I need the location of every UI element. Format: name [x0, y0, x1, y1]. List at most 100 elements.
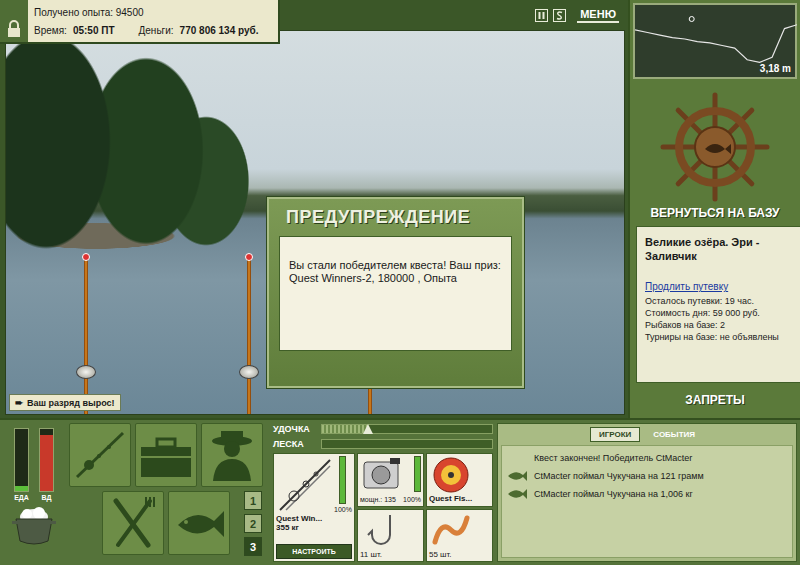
- event-text: Квест закончен! Победитель CtMacter: [534, 453, 692, 463]
- line-spool-icon: [429, 456, 473, 494]
- lock-button[interactable]: [0, 0, 28, 42]
- line-slot[interactable]: Quest Fis...: [426, 453, 493, 507]
- tackle-grid: 100%Quest Win...355 кгНАСТРОИТЬмощн.: 13…: [273, 453, 493, 562]
- condition-track: [339, 456, 346, 504]
- money: 770 806 134 руб.: [180, 25, 259, 36]
- base-info-line: Осталось путевки: 19 час.: [645, 295, 792, 307]
- sound-icon[interactable]: [553, 9, 566, 22]
- rod-name: Quest Win...: [276, 514, 352, 523]
- rod-icon: [276, 456, 332, 514]
- bait-slot[interactable]: 55 шт.: [426, 509, 493, 563]
- rod-slot-button[interactable]: 3: [244, 537, 262, 556]
- menu-button[interactable]: МЕНЮ: [577, 7, 619, 23]
- rod-slot[interactable]: 100%Quest Win...355 кг НАСТРОИТЬ: [273, 453, 355, 562]
- fisherman-button[interactable]: [201, 423, 263, 487]
- fish-keepnet-button[interactable]: [168, 491, 230, 555]
- reel-top: [360, 456, 421, 492]
- food-button[interactable]: [102, 491, 164, 555]
- ship-wheel-icon[interactable]: [660, 92, 770, 202]
- event-text: CtMacter поймал Чукучана на 121 грамм: [534, 471, 704, 481]
- fish-keepnet-icon: [168, 493, 230, 553]
- rod-slot-button[interactable]: 1: [244, 491, 262, 510]
- condition-fill: [340, 457, 345, 503]
- reel-slot[interactable]: мощн.: 135 100%: [357, 453, 424, 507]
- pause-icon[interactable]: [535, 9, 548, 22]
- player-info: Получено опыта: 94500Время:05:50 ПТДеньг…: [0, 0, 280, 44]
- base-info-line: Рыбаков на базе: 2: [645, 319, 792, 331]
- hook-count: 11 шт.: [360, 550, 421, 559]
- condition-meter: ВД: [39, 428, 54, 501]
- bite-indicator: [245, 253, 253, 261]
- event-row: CtMacter поймал Чукучана на 1,006 кг: [506, 486, 788, 502]
- tension-row: УДОЧКА: [273, 423, 493, 435]
- rod-slots: 1 2 3: [244, 491, 262, 556]
- depth-map[interactable]: 3,18 m: [633, 3, 797, 79]
- base-info: Великие озёра. Эри - ЗаливчикПродлить пу…: [636, 226, 800, 383]
- tackle-box-icon: [135, 425, 197, 485]
- condition-panel: ЕДА ВД: [3, 423, 65, 562]
- event-row: CtMacter поймал Чукучана на 121 грамм: [506, 468, 788, 484]
- reel-power: мощн.: 135: [360, 495, 396, 504]
- condition-fill: [415, 457, 420, 491]
- time: 05:50 ПТ: [73, 25, 115, 36]
- action-buttons: 1 2 3: [69, 423, 269, 562]
- tackle-box-button[interactable]: [135, 423, 197, 487]
- toast-text: Ваш разряд вырос!: [27, 398, 115, 408]
- tackle-panel: УДОЧКАЛЕСКА100%Quest Win...355 кгНАСТРОИ…: [273, 423, 493, 562]
- fish-icon: [506, 488, 528, 500]
- line-name: Quest Fis...: [429, 494, 490, 503]
- reel-icon: [360, 456, 404, 492]
- meter-track: [39, 428, 54, 492]
- fishing-scene[interactable]: ➨ Ваш разряд вырос! ПРЕДУПРЕЖДЕНИЕ Вы стали…: [5, 30, 625, 415]
- food-icon: [102, 493, 164, 553]
- fishing-rod[interactable]: [84, 259, 88, 414]
- boat-marker: [689, 17, 694, 22]
- meter-track: [14, 428, 29, 492]
- setup-button[interactable]: НАСТРОИТЬ: [276, 544, 352, 559]
- tension-row: ЛЕСКА: [273, 438, 493, 450]
- condition-track: [414, 456, 421, 492]
- bait-count: 55 шт.: [429, 550, 490, 559]
- tabs: ИГРОКИ СОБЫТИЯ: [498, 424, 796, 445]
- bans-button[interactable]: ЗАПРЕТЫ: [630, 383, 800, 417]
- depth-reading: 3,18 m: [760, 63, 791, 74]
- condition-meter: ЕДА: [14, 428, 29, 501]
- warning-dialog: ПРЕДУПРЕЖДЕНИЕ Вы стали победителем квест…: [267, 197, 524, 388]
- return-to-base[interactable]: ВЕРНУТЬСЯ НА БАЗУ: [630, 202, 800, 226]
- extend-permit-link[interactable]: Продлить путевку: [645, 281, 792, 292]
- tension-label: ЛЕСКА: [273, 439, 317, 449]
- meter-label: ЕДА: [14, 494, 29, 501]
- money-label: Деньги:: [139, 25, 174, 36]
- tab[interactable]: СОБЫТИЯ: [644, 427, 704, 442]
- reel-condition: 100%: [403, 495, 421, 504]
- lock-icon[interactable]: [6, 20, 22, 38]
- fishing-rod[interactable]: [247, 259, 251, 414]
- food-pot-icon[interactable]: [11, 503, 57, 547]
- main-area: МЕНЮ ➨ Ваш разряд вырос! ПРЕДУПРЕЖДЕНИЕ Вы …: [0, 0, 800, 418]
- action-row: [69, 423, 269, 487]
- tab[interactable]: ИГРОКИ: [590, 427, 640, 442]
- wheel-wrap: [630, 82, 800, 202]
- tension-pointer: [363, 424, 373, 434]
- rod-slot-button[interactable]: 2: [244, 514, 262, 533]
- meter-color: [15, 486, 28, 491]
- worm-icon: [429, 512, 473, 548]
- dialog-message: Вы стали победителем квеста! Ваш приз: Q…: [289, 259, 502, 285]
- tension-track: [321, 424, 493, 434]
- dialog-title: ПРЕДУПРЕЖДЕНИЕ: [279, 199, 512, 236]
- rod-condition-text: 100%: [334, 505, 352, 514]
- arrow-icon: ➨: [15, 397, 23, 408]
- base-info-line: Турниры на базе: не объявлены: [645, 331, 792, 343]
- rod-reel: [239, 365, 259, 379]
- rods-icon: [69, 425, 131, 485]
- hook-slot[interactable]: 11 шт.: [357, 509, 424, 563]
- event-row: Квест закончен! Победитель CtMacter: [506, 450, 788, 466]
- rod-top: 100%: [276, 456, 352, 514]
- hook-icon: [360, 512, 404, 548]
- rod-condition: 100%: [334, 456, 352, 514]
- rods-button[interactable]: [69, 423, 131, 487]
- rod-weight: 355 кг: [276, 523, 352, 532]
- side-panel: 3,18 m ВЕРНУТЬСЯ НА БАЗУВеликие озёра. Эр…: [628, 0, 800, 418]
- rank-toast: ➨ Ваш разряд вырос!: [9, 394, 121, 411]
- meter-fill: [40, 435, 53, 491]
